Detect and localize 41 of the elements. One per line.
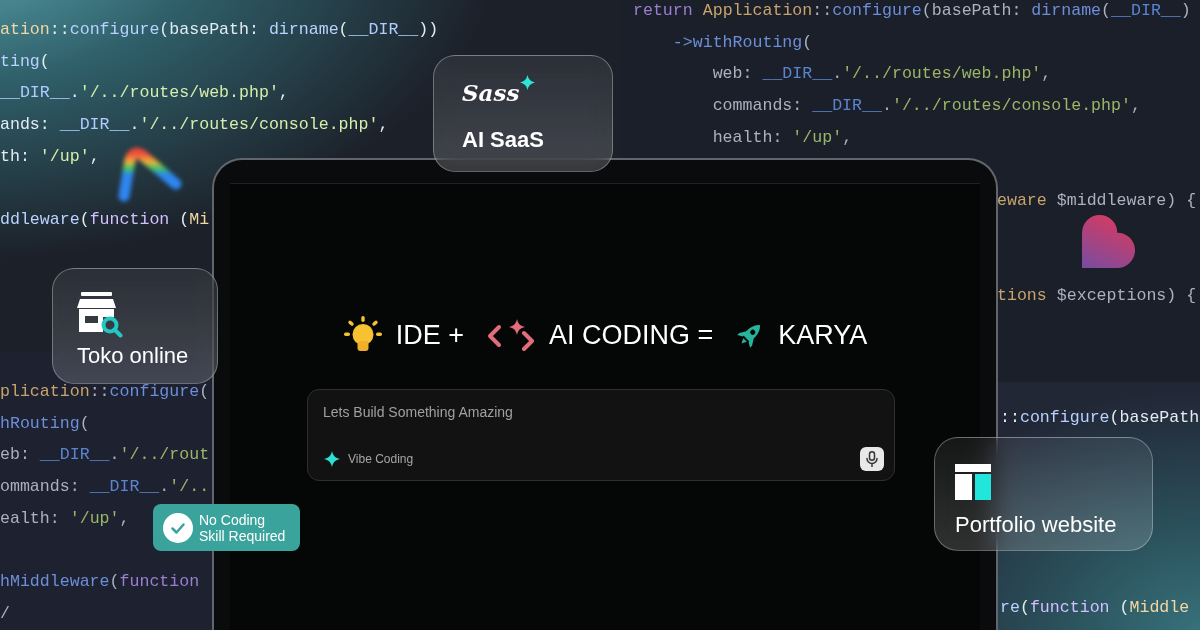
card-title: Toko online (77, 343, 190, 369)
headline-text: AI CODING = (548, 319, 714, 352)
sparkle-icon (324, 451, 340, 467)
code-line: th: '/up', (0, 146, 100, 167)
code-line: / (0, 603, 10, 624)
card-title: Portfolio website (955, 512, 1118, 538)
microphone-button[interactable] (860, 447, 884, 471)
prompt-input[interactable]: Lets Build Something Amazing (323, 402, 863, 422)
mode-label: Vibe Coding (348, 451, 414, 467)
code-line: ealth: '/up', (0, 508, 130, 529)
store-search-icon (77, 292, 123, 338)
code-line: eware $middleware) { (997, 190, 1197, 211)
code-line: health: '/up', (711, 127, 853, 148)
headline-text: IDE + (395, 319, 464, 352)
code-line: eb: __DIR__.'/../rout (0, 445, 210, 466)
code-line: ->withRouting( (671, 32, 813, 53)
code-line: web: __DIR__.'/../routes/web.php', (711, 64, 1052, 85)
code-line: __DIR__.'/../routes/web.php', (0, 83, 289, 104)
sparkle-icon (520, 75, 536, 90)
code-line: commands: __DIR__.'/../routes/console.php', (711, 95, 1141, 116)
code-sparkle-icon (485, 319, 536, 351)
code-line: ation::configure(basePath: dirname(__DIR__)) (0, 20, 439, 40)
headline-text: KARYA (778, 319, 868, 352)
check-circle-icon (163, 512, 193, 543)
code-line: re(function (Middle (1000, 597, 1190, 618)
code-line: tions $exceptions) { (997, 285, 1197, 306)
code-line: hMiddleware(function (0, 571, 200, 592)
card-title: AI SaaS (462, 127, 545, 153)
code-line: ddleware(function (Mi (0, 209, 210, 230)
sass-logo: Sass (462, 78, 520, 108)
code-line: ands: __DIR__.'/../routes/console.php', (0, 114, 389, 135)
badge-text: No Coding Skill Required (199, 511, 287, 544)
microphone-icon (866, 451, 878, 467)
code-line: plication::configure( (0, 382, 210, 402)
code-line: return Application::configure(basePath: dirname(__DIR__) (633, 1, 1191, 21)
heart-icon (1082, 215, 1135, 268)
code-line: ::configure(basePath (1000, 408, 1200, 428)
layout-icon (955, 464, 991, 500)
code-line: hRouting( (0, 413, 90, 434)
code-line: ommands: __DIR__.'/.. (0, 476, 210, 497)
code-line: ting( (0, 51, 50, 72)
